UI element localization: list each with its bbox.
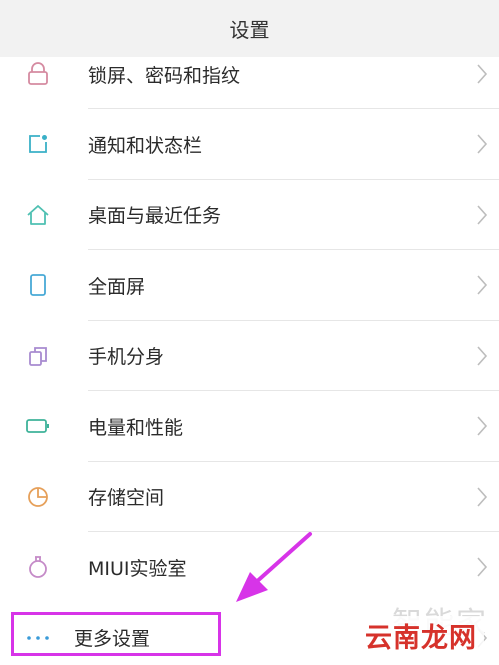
- chevron-right-icon: [477, 487, 488, 507]
- flask-icon: [24, 553, 52, 581]
- chevron-right-icon: [477, 416, 488, 436]
- phone-icon: [24, 271, 52, 299]
- chevron-right-icon: [477, 557, 488, 577]
- settings-item-label: 全面屏: [88, 275, 146, 298]
- notification-icon: [24, 130, 52, 158]
- chevron-right-icon: [477, 275, 488, 295]
- settings-item-label: 手机分身: [88, 346, 165, 369]
- settings-item-notifications[interactable]: 通知和状态栏: [0, 109, 499, 180]
- more-icon: [24, 624, 52, 652]
- settings-item-label: 电量和性能: [88, 416, 184, 439]
- settings-item-label: 锁屏、密码和指纹: [88, 64, 241, 87]
- settings-item-label: 更多设置: [74, 628, 151, 651]
- chevron-right-icon: [477, 205, 488, 225]
- storage-icon: [24, 483, 52, 511]
- lock-icon: [24, 60, 52, 88]
- home-icon: [24, 201, 52, 229]
- pointer-arrow-icon: [236, 532, 312, 602]
- settings-item-storage[interactable]: 存储空间: [0, 462, 499, 532]
- chevron-right-icon: [477, 134, 488, 154]
- settings-item-full-screen[interactable]: 全面屏: [0, 250, 499, 321]
- settings-item-battery[interactable]: 电量和性能: [0, 391, 499, 462]
- settings-item-second-space[interactable]: 手机分身: [0, 321, 499, 391]
- settings-item-label: 存储空间: [88, 487, 165, 510]
- settings-item-label: MIUI实验室: [88, 557, 187, 580]
- settings-item-label: 通知和状态栏: [88, 134, 203, 157]
- watermark-logo: 云南龙网: [358, 616, 484, 654]
- chevron-right-icon: [477, 64, 488, 84]
- chevron-right-icon: [477, 346, 488, 366]
- settings-item-home-screen[interactable]: 桌面与最近任务: [0, 180, 499, 250]
- battery-icon: [24, 412, 52, 440]
- settings-item-lock-screen[interactable]: 锁屏、密码和指纹: [0, 39, 499, 109]
- clone-icon: [24, 342, 52, 370]
- settings-item-label: 桌面与最近任务: [88, 205, 222, 228]
